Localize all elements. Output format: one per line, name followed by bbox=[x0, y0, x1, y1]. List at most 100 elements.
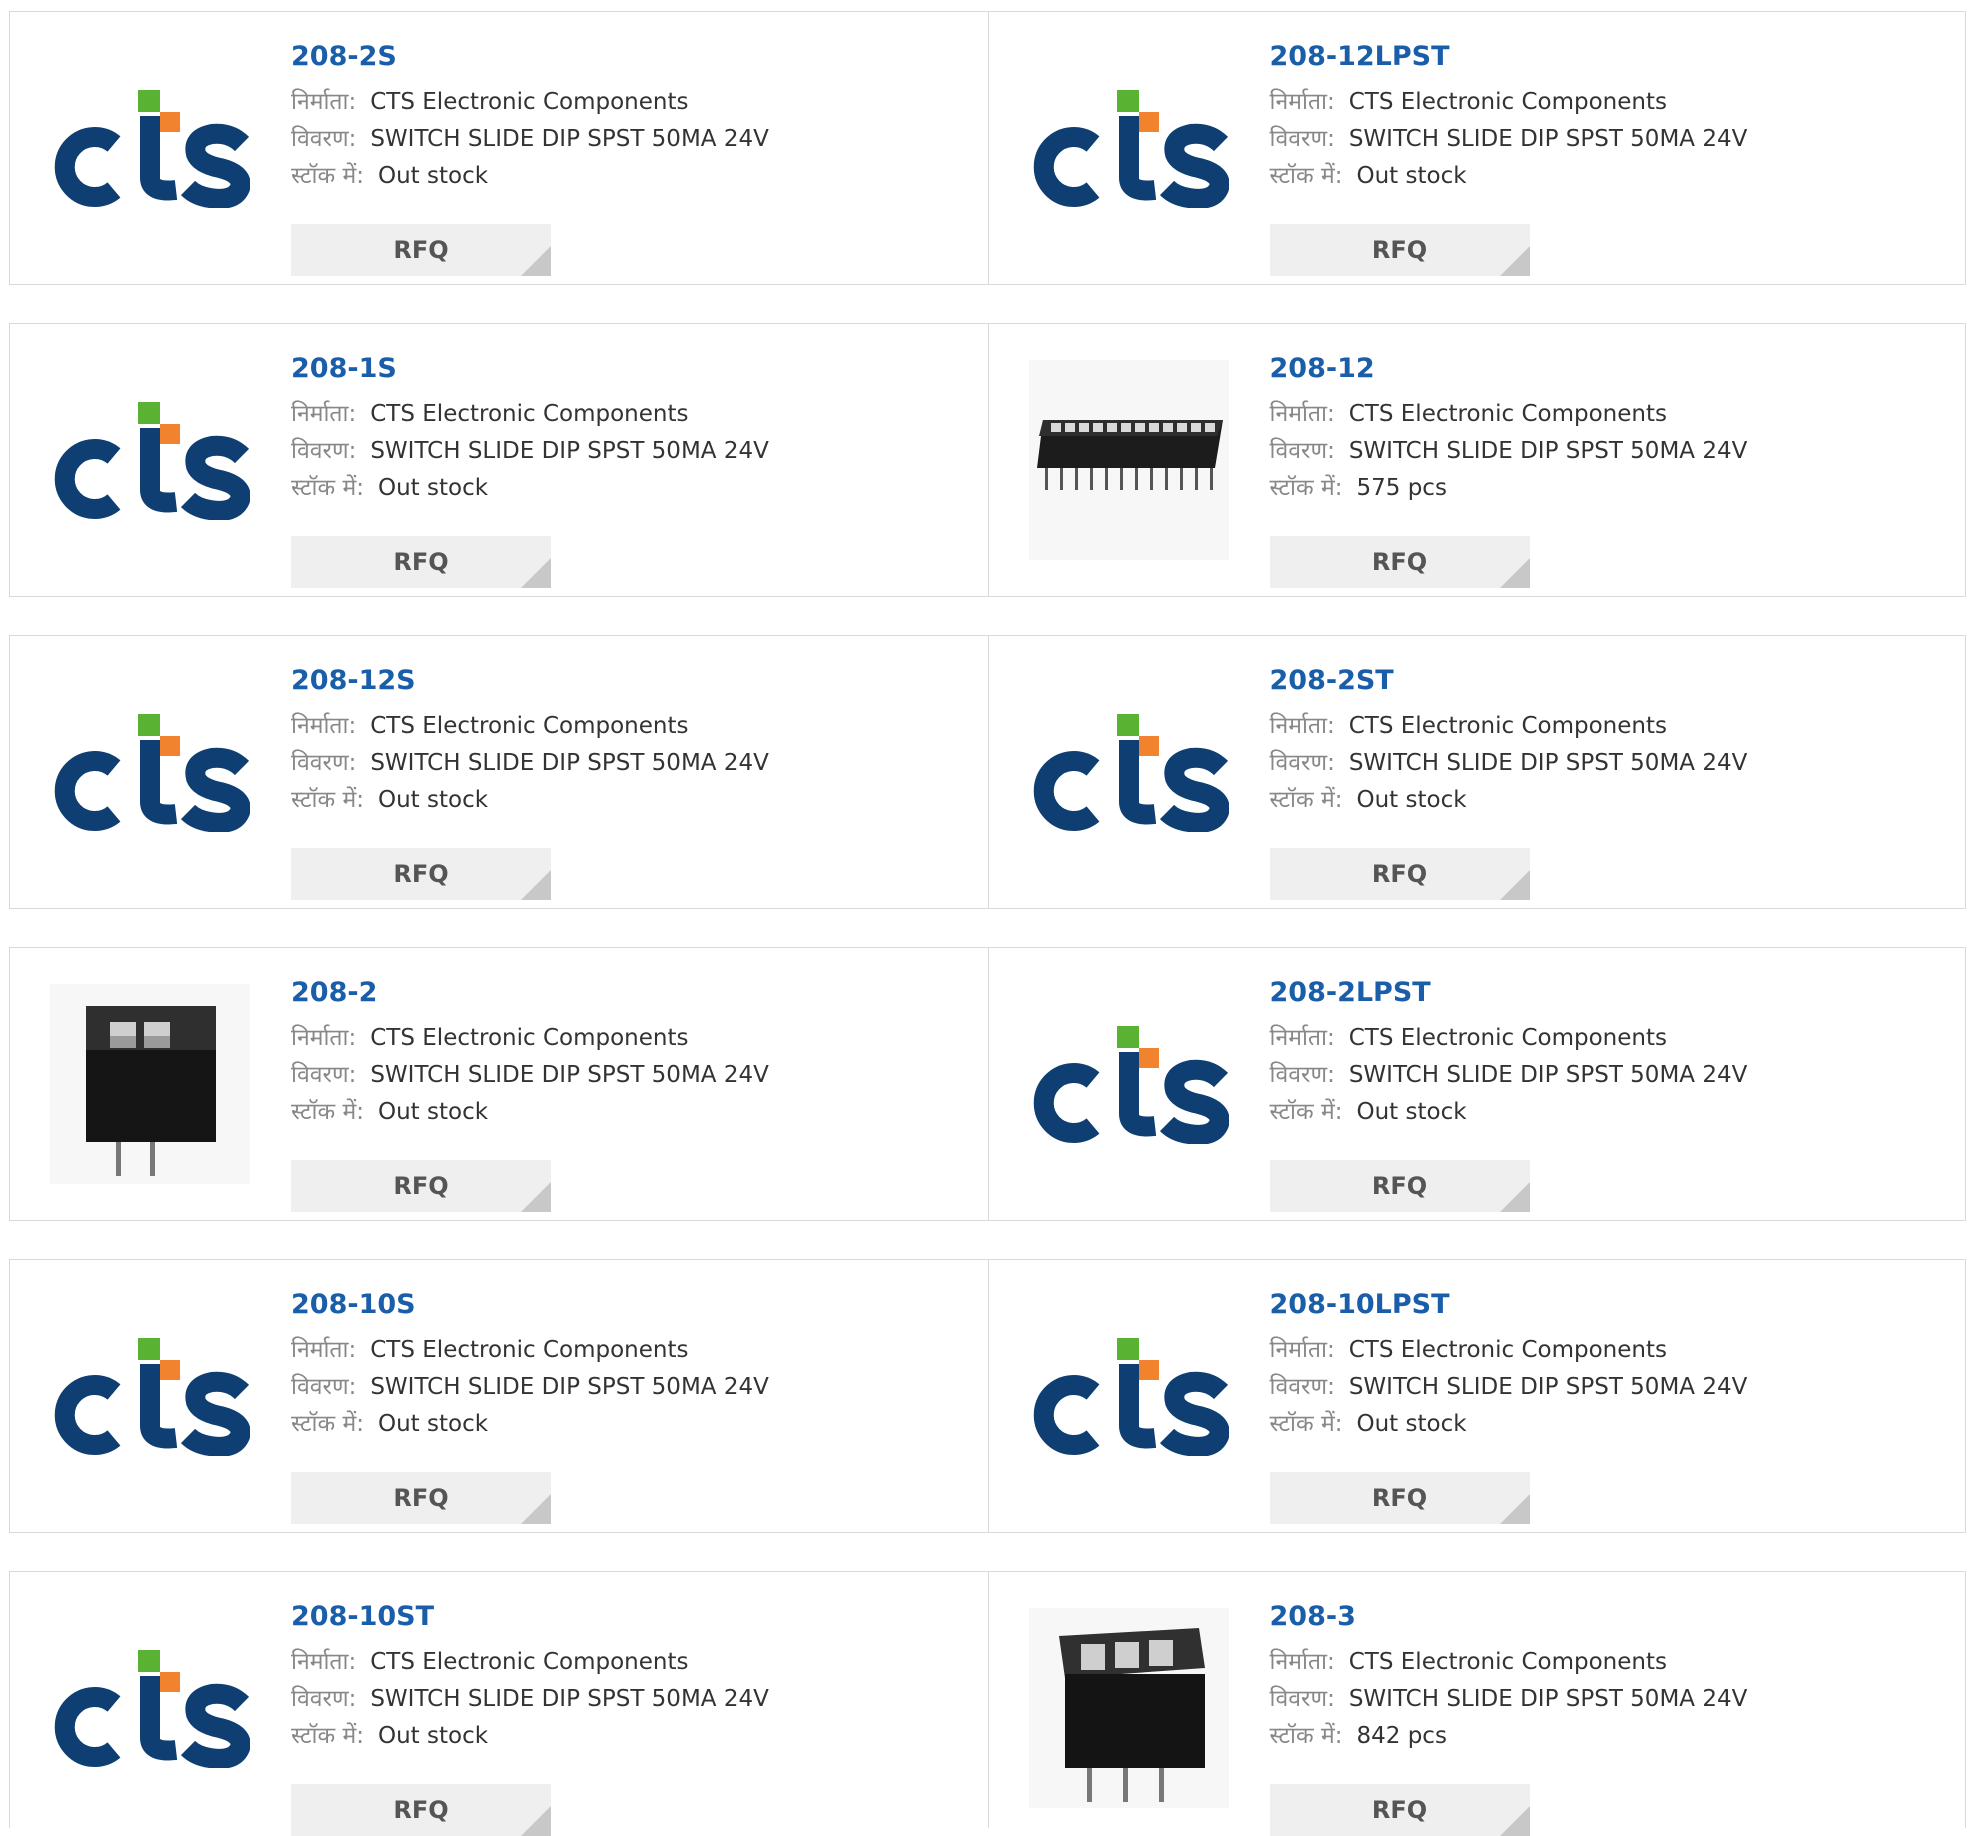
product-image[interactable] bbox=[1029, 1296, 1229, 1496]
description-line: विवरण: SWITCH SLIDE DIP SPST 50MA 24V bbox=[291, 1681, 978, 1718]
rfq-button-label: RFQ bbox=[393, 236, 449, 264]
manufacturer-line: निर्माता: CTS Electronic Components bbox=[1270, 396, 1956, 433]
product-image[interactable] bbox=[50, 984, 250, 1184]
corner-triangle-icon bbox=[1499, 1494, 1530, 1524]
part-number-link[interactable]: 208-2 bbox=[291, 978, 978, 1008]
rfq-button[interactable]: RFQ bbox=[1269, 1160, 1530, 1212]
description-label: विवरण: bbox=[1269, 126, 1335, 152]
rfq-button[interactable]: RFQ bbox=[291, 1472, 551, 1524]
rfq-button[interactable]: RFQ bbox=[1269, 848, 1530, 900]
description-label: विवरण: bbox=[1269, 1374, 1335, 1400]
description-line: विवरण: SWITCH SLIDE DIP SPST 50MA 24V bbox=[291, 1369, 978, 1406]
part-number-link[interactable]: 208-12LPST bbox=[1270, 42, 1956, 72]
cts-logo-icon bbox=[1033, 1026, 1229, 1144]
description-line: विवरण: SWITCH SLIDE DIP SPST 50MA 24V bbox=[291, 433, 978, 470]
corner-triangle-icon bbox=[521, 1182, 551, 1212]
manufacturer-value: CTS Electronic Components bbox=[370, 713, 689, 739]
product-image[interactable] bbox=[50, 360, 250, 560]
manufacturer-line: निर्माता: CTS Electronic Components bbox=[1270, 1644, 1956, 1681]
stock-value: Out stock bbox=[1356, 1411, 1467, 1437]
manufacturer-line: निर्माता: CTS Electronic Components bbox=[291, 1332, 978, 1369]
stock-line: स्टॉक में: Out stock bbox=[291, 470, 978, 507]
product-image[interactable] bbox=[1028, 360, 1229, 560]
description-value: SWITCH SLIDE DIP SPST 50MA 24V bbox=[1348, 1374, 1748, 1400]
rfq-button[interactable]: RFQ bbox=[1269, 224, 1530, 276]
manufacturer-value: CTS Electronic Components bbox=[370, 401, 689, 427]
part-number-link[interactable]: 208-12 bbox=[1270, 354, 1956, 384]
rfq-button[interactable]: RFQ bbox=[1269, 536, 1530, 588]
product-row: 208-2S निर्माता: CTS Electronic Component… bbox=[9, 11, 1966, 285]
corner-triangle-icon bbox=[1499, 1806, 1530, 1836]
corner-triangle-icon bbox=[1499, 870, 1530, 900]
manufacturer-label: निर्माता: bbox=[1269, 713, 1335, 739]
product-image[interactable] bbox=[1028, 1608, 1229, 1808]
part-number-link[interactable]: 208-10LPST bbox=[1270, 1290, 1956, 1320]
manufacturer-value: CTS Electronic Components bbox=[1348, 713, 1667, 739]
rfq-button-label: RFQ bbox=[393, 548, 449, 576]
description-label: विवरण: bbox=[1269, 750, 1335, 776]
description-line: विवरण: SWITCH SLIDE DIP SPST 50MA 24V bbox=[1270, 745, 1956, 782]
product-card: 208-10ST निर्माता: CTS Electronic Compone… bbox=[10, 1572, 988, 1836]
description-value: SWITCH SLIDE DIP SPST 50MA 24V bbox=[1348, 750, 1748, 776]
product-row: 208-2 निर्माता: CTS Electronic Components… bbox=[9, 947, 1966, 1221]
description-line: विवरण: SWITCH SLIDE DIP SPST 50MA 24V bbox=[1270, 121, 1956, 158]
product-row: 208-12S निर्माता: CTS Electronic Componen… bbox=[9, 635, 1966, 909]
description-label: विवरण: bbox=[1269, 438, 1335, 464]
part-number-link[interactable]: 208-2S bbox=[291, 42, 978, 72]
part-number-link[interactable]: 208-1S bbox=[291, 354, 978, 384]
stock-line: स्टॉक में: Out stock bbox=[291, 158, 978, 195]
description-label: विवरण: bbox=[1269, 1062, 1335, 1088]
rfq-button[interactable]: RFQ bbox=[1269, 1784, 1530, 1836]
product-row: 208-10ST निर्माता: CTS Electronic Compone… bbox=[9, 1571, 1966, 1836]
description-line: विवरण: SWITCH SLIDE DIP SPST 50MA 24V bbox=[291, 745, 978, 782]
stock-label: स्टॉक में: bbox=[291, 475, 364, 501]
stock-label: स्टॉक में: bbox=[1269, 475, 1343, 501]
cts-logo-icon bbox=[54, 90, 250, 208]
part-number-link[interactable]: 208-10ST bbox=[291, 1602, 978, 1632]
rfq-button[interactable]: RFQ bbox=[291, 224, 551, 276]
stock-value: Out stock bbox=[1356, 163, 1467, 189]
rfq-button[interactable]: RFQ bbox=[291, 536, 551, 588]
manufacturer-label: निर्माता: bbox=[291, 1337, 357, 1363]
manufacturer-label: निर्माता: bbox=[1269, 1649, 1335, 1675]
product-image[interactable] bbox=[50, 672, 250, 872]
rfq-button[interactable]: RFQ bbox=[291, 1160, 551, 1212]
description-label: विवरण: bbox=[291, 438, 357, 464]
description-value: SWITCH SLIDE DIP SPST 50MA 24V bbox=[1348, 126, 1748, 152]
part-number-link[interactable]: 208-12S bbox=[291, 666, 978, 696]
manufacturer-value: CTS Electronic Components bbox=[1348, 89, 1667, 115]
product-image[interactable] bbox=[50, 48, 250, 248]
stock-value: Out stock bbox=[1356, 1099, 1467, 1125]
rfq-button[interactable]: RFQ bbox=[1269, 1472, 1530, 1524]
rfq-button[interactable]: RFQ bbox=[291, 1784, 551, 1836]
description-line: विवरण: SWITCH SLIDE DIP SPST 50MA 24V bbox=[1270, 433, 1956, 470]
rfq-button[interactable]: RFQ bbox=[291, 848, 551, 900]
stock-label: स्टॉक में: bbox=[1269, 1099, 1343, 1125]
manufacturer-value: CTS Electronic Components bbox=[370, 1337, 689, 1363]
product-card: 208-2ST निर्माता: CTS Electronic Componen… bbox=[987, 636, 1966, 908]
manufacturer-line: निर्माता: CTS Electronic Components bbox=[1270, 1332, 1956, 1369]
stock-value: Out stock bbox=[377, 1099, 489, 1125]
part-number-link[interactable]: 208-2ST bbox=[1270, 666, 1956, 696]
corner-triangle-icon bbox=[521, 870, 551, 900]
product-image[interactable] bbox=[1029, 672, 1229, 872]
stock-label: स्टॉक में: bbox=[291, 787, 364, 813]
product-image[interactable] bbox=[50, 1296, 250, 1496]
product-row: 208-10S निर्माता: CTS Electronic Componen… bbox=[9, 1259, 1966, 1533]
stock-line: स्टॉक में: 575 pcs bbox=[1270, 470, 1956, 507]
stock-line: स्टॉक में: Out stock bbox=[291, 1094, 978, 1131]
description-value: SWITCH SLIDE DIP SPST 50MA 24V bbox=[1348, 1062, 1748, 1088]
part-number-link[interactable]: 208-2LPST bbox=[1270, 978, 1956, 1008]
product-image[interactable] bbox=[1029, 48, 1229, 248]
description-value: SWITCH SLIDE DIP SPST 50MA 24V bbox=[370, 1686, 769, 1712]
product-image[interactable] bbox=[50, 1608, 250, 1808]
product-image[interactable] bbox=[1029, 984, 1229, 1184]
product-card: 208-10S निर्माता: CTS Electronic Componen… bbox=[10, 1260, 988, 1532]
rfq-button-label: RFQ bbox=[393, 1796, 449, 1824]
manufacturer-value: CTS Electronic Components bbox=[1348, 401, 1667, 427]
description-line: विवरण: SWITCH SLIDE DIP SPST 50MA 24V bbox=[1270, 1681, 1956, 1718]
description-line: विवरण: SWITCH SLIDE DIP SPST 50MA 24V bbox=[291, 1057, 978, 1094]
part-number-link[interactable]: 208-10S bbox=[291, 1290, 978, 1320]
manufacturer-label: निर्माता: bbox=[1269, 1025, 1335, 1051]
part-number-link[interactable]: 208-3 bbox=[1270, 1602, 1956, 1632]
